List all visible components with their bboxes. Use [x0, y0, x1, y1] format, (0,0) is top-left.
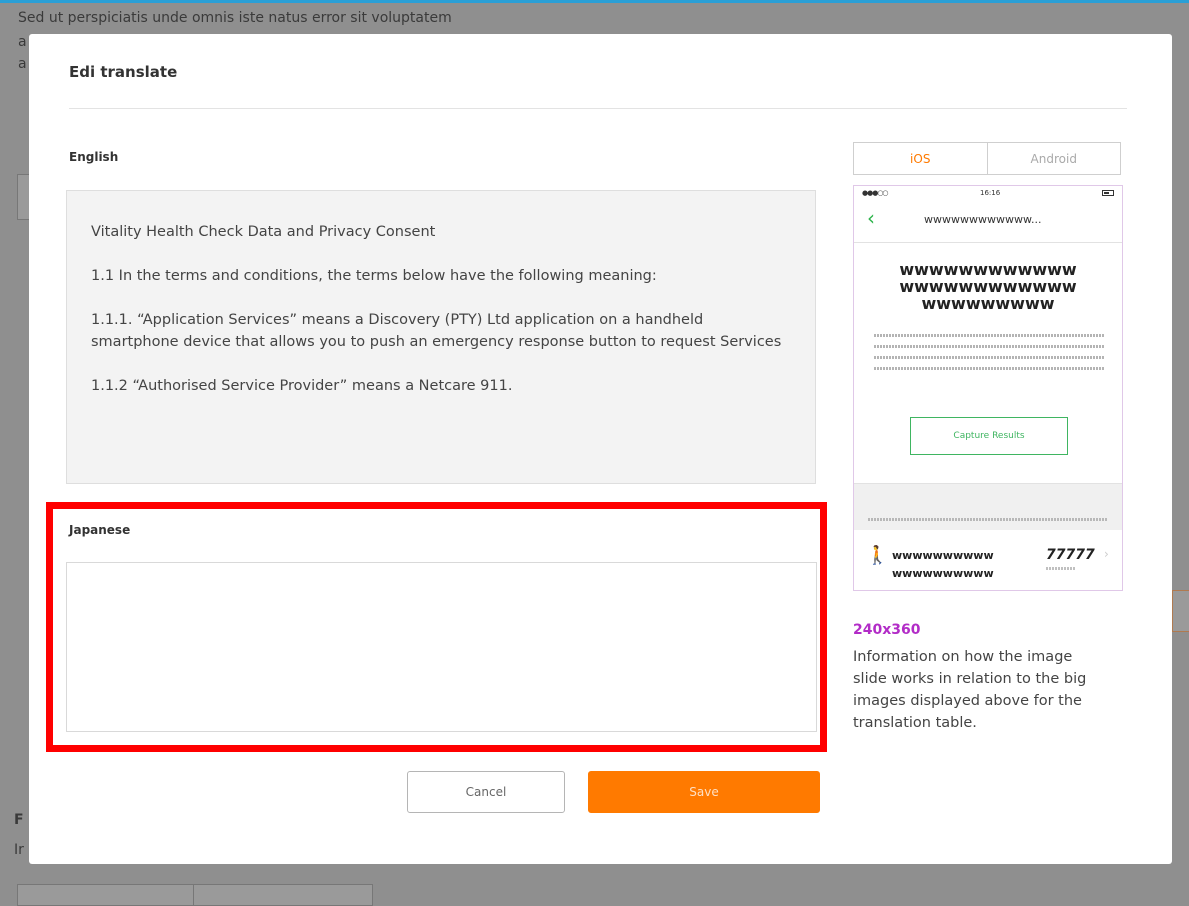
source-paragraph: 1.1 In the terms and conditions, the ter… [91, 268, 657, 284]
source-paragraph: 1.1.2 “Authorised Service Provider” mean… [91, 378, 513, 394]
phone-row-subtitle: wwwwwwwwww [892, 567, 994, 580]
phone-nav-divider [854, 242, 1122, 243]
source-text-panel: Vitality Health Check Data and Privacy C… [66, 190, 816, 484]
phone-body-text [874, 334, 1104, 394]
background-panel [1172, 590, 1189, 632]
title-divider [69, 108, 1127, 109]
phone-status-bar: ●●●○○ 16:16 [854, 186, 1122, 202]
phone-gray-text [868, 518, 1108, 521]
walking-person-icon: 🚶 [866, 545, 889, 566]
background-text: a [18, 56, 27, 72]
phone-headline: wwwwwwwwwwww wwwwwwwwwwww wwwwwwwww [854, 261, 1122, 312]
tab-android[interactable]: Android [988, 143, 1121, 174]
background-text: F [14, 812, 24, 828]
phone-gray-band [854, 483, 1122, 530]
background-panel [17, 884, 195, 906]
phone-preview: ●●●○○ 16:16 ‹ wwwwwwwwwwww... wwwwwwwwww… [853, 185, 1123, 591]
back-chevron-icon: ‹ [867, 206, 875, 230]
image-info-text: Information on how the image slide works… [853, 649, 1087, 731]
phone-headline-line: wwwwwwwwwwww [899, 260, 1077, 279]
cancel-button[interactable]: Cancel [407, 771, 565, 813]
phone-time: 16:16 [980, 189, 1001, 197]
phone-nav-title: wwwwwwwwwwww... [924, 213, 1042, 226]
source-paragraph: Vitality Health Check Data and Privacy C… [91, 224, 436, 240]
chevron-right-icon: › [1104, 547, 1109, 561]
modal-title: Edi translate [69, 63, 178, 81]
tab-ios[interactable]: iOS [854, 143, 988, 174]
image-size-label: 240x360 [853, 622, 921, 638]
battery-icon [1102, 190, 1114, 196]
phone-row-number: 77777 [1046, 547, 1095, 563]
source-language-label: English [69, 150, 119, 164]
signal-icon: ●●●○○ [862, 189, 889, 197]
phone-headline-line: wwwwwwwwwwww [899, 277, 1077, 296]
edit-translate-modal: Edi translate English Vitality Health Ch… [29, 34, 1172, 864]
platform-toggle: iOS Android [853, 142, 1121, 175]
japanese-translation-input[interactable] [66, 562, 817, 732]
top-accent-line [0, 0, 1189, 3]
phone-capture-button: Capture Results [910, 417, 1068, 455]
background-text: Sed ut perspiciatis unde omnis iste natu… [18, 10, 452, 26]
phone-headline-line: wwwwwwwww [921, 294, 1055, 313]
save-button[interactable]: Save [588, 771, 820, 813]
background-text: a [18, 34, 27, 50]
phone-row-title: wwwwwwwwww [892, 549, 994, 562]
target-language-label: Japanese [69, 523, 131, 537]
source-paragraph: 1.1.1. “Application Services” means a Di… [91, 312, 782, 350]
phone-row-number-caption [1046, 567, 1076, 570]
background-text: Ir [14, 842, 24, 858]
background-panel [193, 884, 373, 906]
